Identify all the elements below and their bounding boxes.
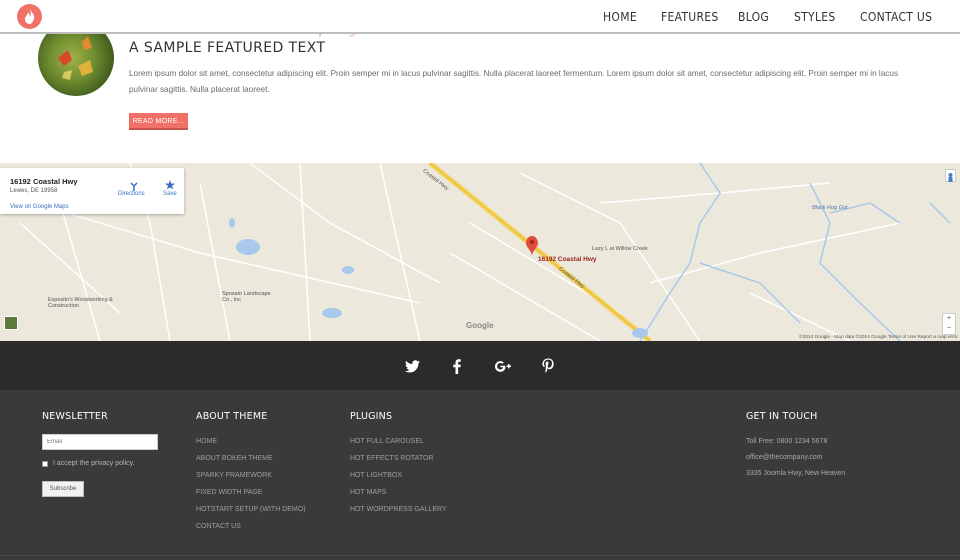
newsletter-email-field[interactable] <box>42 434 158 450</box>
featured-body: Lorem ipsum dolor sit amet, consectetur … <box>129 69 899 94</box>
footer-link-contact-us[interactable]: CONTACT US <box>196 518 306 535</box>
map-label-sposato: Sposato Landscape Co., Inc <box>222 291 271 303</box>
get-in-touch-title: GET IN TOUCH <box>746 411 818 422</box>
street-view-icon[interactable] <box>945 169 956 182</box>
plugins-title: PLUGINS <box>350 411 393 422</box>
map-card-city: Lewes, DE 19958 <box>10 188 58 194</box>
google-logo: Google <box>466 321 494 330</box>
nav-features[interactable]: FEATURES <box>661 0 719 34</box>
site-header: HOME FEATURES BLOG STYLES CONTACT US <box>0 0 960 34</box>
contact-info: Toll Free: 0800 1234 5678 office@thecomp… <box>746 434 845 482</box>
privacy-checkbox[interactable] <box>42 460 48 467</box>
view-on-google-maps-link[interactable]: View on Google Maps <box>10 204 69 210</box>
footer-link-hot-maps[interactable]: HOT MAPS <box>350 484 447 501</box>
zoom-control[interactable]: + − <box>942 313 956 335</box>
about-theme-title: ABOUT THEME <box>196 411 268 422</box>
footer-link-about-bokeh[interactable]: ABOUT BOKEH THEME <box>196 450 306 467</box>
nav-contact-us[interactable]: CONTACT US <box>860 0 932 34</box>
map-pin-label: 16192 Coastal Hwy <box>538 256 597 263</box>
footer-link-hot-wordpress-gallery[interactable]: HOT WORDPRESS GALLERY <box>350 501 447 518</box>
social-bar <box>0 341 960 390</box>
footer-link-sparky[interactable]: SPARKY FRAMEWORK <box>196 467 306 484</box>
contact-email[interactable]: office@thecompany.com <box>746 450 845 466</box>
footer-link-hot-full-carousel[interactable]: HOT FULL CAROUSEL <box>350 433 447 450</box>
nav-home[interactable]: HOME <box>603 0 637 34</box>
map-attribution[interactable]: ©2014 Google - Map data ©2014 Google Ter… <box>799 335 958 340</box>
map-info-card: 16192 Coastal Hwy Lewes, DE 19958 View o… <box>0 168 184 214</box>
newsletter-title: NEWSLETTER <box>42 411 108 422</box>
twitter-icon[interactable] <box>403 357 421 375</box>
contact-phone: Toll Free: 0800 1234 5678 <box>746 438 828 445</box>
about-theme-links: HOME ABOUT BOKEH THEME SPARKY FRAMEWORK … <box>196 433 306 535</box>
pinterest-icon[interactable] <box>539 357 557 375</box>
map-label-lazy-l: Lazy L at Willow Creek <box>592 246 648 252</box>
subscribe-button[interactable]: Subscribe <box>42 481 84 497</box>
google-plus-icon[interactable] <box>494 357 512 375</box>
facebook-icon[interactable] <box>448 357 466 375</box>
map-label-black-hog-gut: Black Hog Gut <box>812 205 848 211</box>
plugins-links: HOT FULL CAROUSEL HOT EFFECTS ROTATOR HO… <box>350 433 447 518</box>
featured-title: A SAMPLE FEATURED TEXT <box>129 40 326 56</box>
flame-icon[interactable] <box>17 4 42 29</box>
directions-link[interactable]: Directions <box>118 191 145 197</box>
footer-link-fixed-width[interactable]: FIXED WIDTH PAGE <box>196 484 306 501</box>
footer-link-hot-effects-rotator[interactable]: HOT EFFECTS ROTATOR <box>350 450 447 467</box>
nav-styles[interactable]: STYLES <box>794 0 836 34</box>
footer-link-hotstart[interactable]: HOTSTART SETUP (WITH DEMO) <box>196 501 306 518</box>
map-card-address: 16192 Coastal Hwy <box>10 177 78 186</box>
save-link[interactable]: Save <box>163 191 177 197</box>
satellite-thumbnail[interactable] <box>4 316 18 330</box>
footer-link-hot-lightbox[interactable]: HOT LIGHTBOX <box>350 467 447 484</box>
read-more-button[interactable]: READ MORE... <box>129 113 188 130</box>
nav-blog[interactable]: BLOG <box>738 0 769 34</box>
privacy-checkbox-row[interactable]: I accept the privacy policy. <box>42 460 135 467</box>
contact-address: 3335 Joomla Hwy, New Heaven <box>746 470 846 477</box>
footer-bottom-divider <box>0 555 960 560</box>
google-map[interactable]: 16192 Coastal Hwy Lewes, DE 19958 View o… <box>0 163 960 341</box>
site-footer: NEWSLETTER I accept the privacy policy. … <box>0 390 960 560</box>
footer-link-home[interactable]: HOME <box>196 433 306 450</box>
privacy-label: I accept the privacy policy. <box>53 460 135 467</box>
map-label-esposito: Esposito's Woodworking & Construction <box>48 297 113 309</box>
